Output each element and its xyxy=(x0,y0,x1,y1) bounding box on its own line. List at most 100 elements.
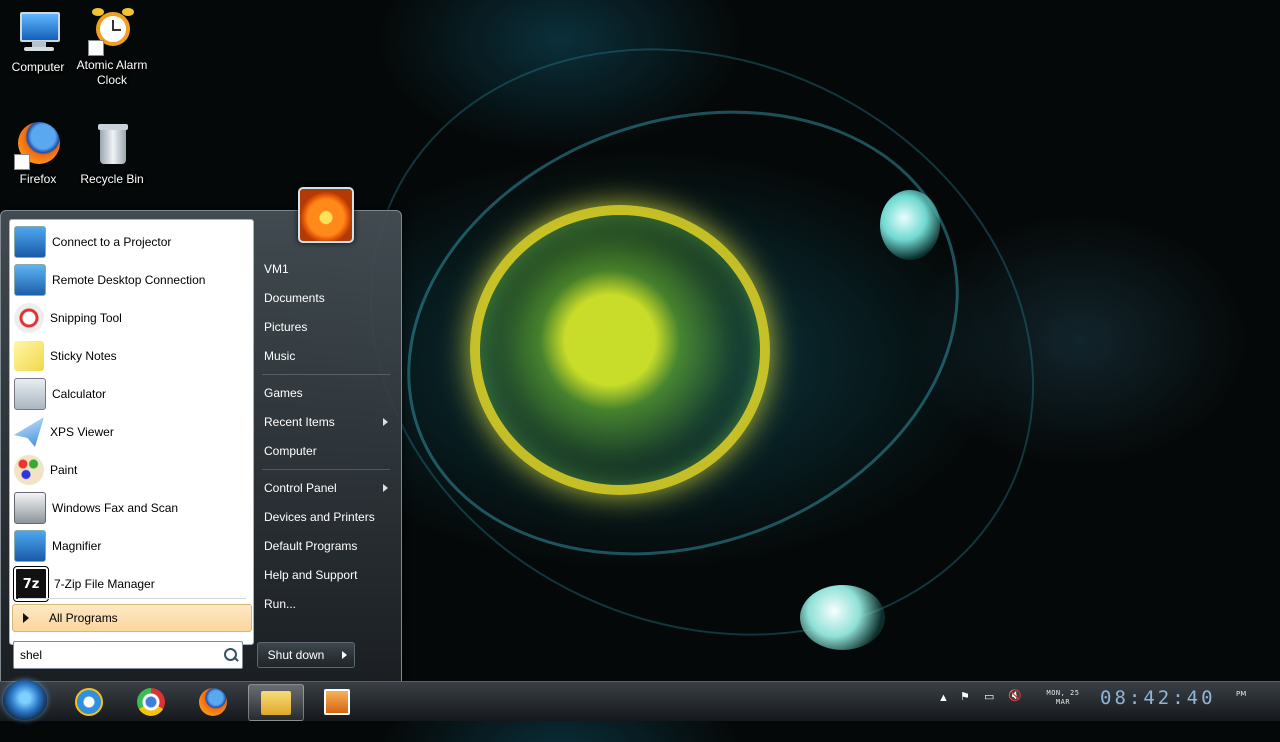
program-7zip-file-manager[interactable]: 7z 7-Zip File Manager xyxy=(13,566,248,602)
taskbar-media-player[interactable] xyxy=(310,684,364,719)
expand-arrow-icon xyxy=(23,613,29,623)
right-item-label: Music xyxy=(264,349,296,363)
desktop-icon-atomic-alarm-clock[interactable]: Atomic Alarm Clock xyxy=(74,6,150,88)
program-label: Calculator xyxy=(52,387,107,401)
clock-ampm: PM xyxy=(1236,690,1247,698)
shutdown-options-button[interactable] xyxy=(334,642,355,668)
7zip-icon: 7z xyxy=(13,566,49,602)
desktop-icon-recycle-bin[interactable]: Recycle Bin xyxy=(74,120,150,187)
right-item-label: Help and Support xyxy=(264,568,358,582)
submenu-arrow-icon xyxy=(383,484,388,492)
clock-month: MAR xyxy=(1055,698,1071,706)
shortcut-arrow-icon xyxy=(88,40,104,56)
action-center-flag-icon[interactable]: ⚑ xyxy=(960,690,970,703)
program-sticky-notes[interactable]: Sticky Notes xyxy=(14,338,248,374)
wallpaper-ring-yellow xyxy=(470,205,770,495)
right-item-label: Control Panel xyxy=(264,481,337,495)
program-windows-fax-and-scan[interactable]: Windows Fax and Scan xyxy=(14,490,248,526)
shutdown-label: Shut down xyxy=(267,648,325,662)
volume-muted-icon[interactable]: 🔇 xyxy=(1008,689,1022,702)
search-input[interactable] xyxy=(14,647,220,663)
submenu-arrow-icon xyxy=(383,418,388,426)
right-item-user[interactable]: VM1 xyxy=(258,256,390,282)
right-item-help-and-support[interactable]: Help and Support xyxy=(258,562,390,588)
program-label: Remote Desktop Connection xyxy=(52,273,206,287)
taskbar-internet-explorer[interactable] xyxy=(62,684,116,719)
scissors-icon xyxy=(14,303,44,333)
alarm-clock-icon xyxy=(88,6,136,56)
program-label: Connect to a Projector xyxy=(52,235,172,249)
program-connect-to-projector[interactable]: Connect to a Projector xyxy=(14,224,248,260)
right-item-label: Default Programs xyxy=(264,539,358,553)
chrome-icon xyxy=(137,687,165,716)
programs-divider xyxy=(18,598,246,599)
remote-desktop-icon xyxy=(14,264,46,296)
internet-explorer-icon xyxy=(75,687,103,716)
program-magnifier[interactable]: Magnifier xyxy=(14,528,248,564)
paper-plane-icon xyxy=(14,417,44,447)
program-label: Sticky Notes xyxy=(50,349,117,363)
taskbar-firefox[interactable] xyxy=(186,684,240,719)
clock-time[interactable]: 08:42:40 xyxy=(1100,687,1216,709)
clock-day: MON, 25 xyxy=(1046,689,1080,697)
calculator-icon xyxy=(14,378,46,410)
start-menu-programs-pane: Connect to a Projector Remote Desktop Co… xyxy=(9,219,254,645)
taskbar: ▲ ⚑ ▭ 🔇 xyxy=(0,680,1280,721)
all-programs-button[interactable]: All Programs xyxy=(12,604,252,632)
program-paint[interactable]: Paint xyxy=(14,452,248,488)
right-item-documents[interactable]: Documents xyxy=(258,285,390,311)
right-item-label: VM1 xyxy=(264,262,289,276)
firefox-icon xyxy=(14,120,62,170)
right-item-label: Run... xyxy=(264,597,297,611)
user-picture[interactable] xyxy=(298,187,354,243)
right-item-label: Pictures xyxy=(264,320,308,334)
taskbar-chrome[interactable] xyxy=(124,684,178,719)
windows-explorer-icon xyxy=(261,690,291,715)
right-divider xyxy=(262,374,390,375)
start-orb[interactable] xyxy=(3,680,47,720)
program-label: XPS Viewer xyxy=(50,425,114,439)
shutdown-button[interactable]: Shut down xyxy=(257,642,335,668)
program-calculator[interactable]: Calculator xyxy=(14,376,248,412)
desktop-icon-label: Atomic Alarm Clock xyxy=(76,58,148,87)
desktop-icon-label: Firefox xyxy=(19,172,57,186)
program-remote-desktop-connection[interactable]: Remote Desktop Connection xyxy=(14,262,248,298)
all-programs-label: All Programs xyxy=(49,611,118,625)
desktop-icon-label: Recycle Bin xyxy=(80,172,144,186)
sticky-note-icon xyxy=(14,341,44,371)
program-snipping-tool[interactable]: Snipping Tool xyxy=(14,300,248,336)
magnifier-icon xyxy=(14,530,46,562)
media-player-icon xyxy=(324,688,350,715)
right-item-control-panel[interactable]: Control Panel xyxy=(258,475,390,501)
show-hidden-icons-icon[interactable]: ▲ xyxy=(938,692,949,704)
palette-icon xyxy=(14,455,44,485)
right-item-label: Games xyxy=(264,386,303,400)
right-item-music[interactable]: Music xyxy=(258,343,390,369)
right-item-recent-items[interactable]: Recent Items xyxy=(258,409,390,435)
shortcut-arrow-icon xyxy=(14,154,30,170)
right-divider xyxy=(262,469,390,470)
network-icon[interactable]: ▭ xyxy=(984,690,994,703)
search-icon[interactable] xyxy=(220,644,242,666)
right-item-label: Documents xyxy=(264,291,325,305)
right-item-run[interactable]: Run... xyxy=(258,591,390,617)
right-item-label: Computer xyxy=(264,444,317,458)
start-search-box[interactable] xyxy=(13,641,243,669)
desktop-icon-firefox[interactable]: Firefox xyxy=(0,120,76,187)
right-item-default-programs[interactable]: Default Programs xyxy=(258,533,390,559)
wallpaper-ring-cyan xyxy=(344,36,1022,630)
fax-icon xyxy=(14,492,46,524)
program-xps-viewer[interactable]: XPS Viewer xyxy=(14,414,248,450)
right-item-games[interactable]: Games xyxy=(258,380,390,406)
program-label: Paint xyxy=(50,463,78,477)
right-item-computer[interactable]: Computer xyxy=(258,438,390,464)
program-label: Magnifier xyxy=(52,539,102,553)
desktop-icon-computer[interactable]: Computer xyxy=(0,8,76,75)
clock-date[interactable]: MON, 25 MAR xyxy=(1038,689,1088,707)
taskbar-windows-explorer[interactable] xyxy=(248,684,304,721)
right-item-devices-and-printers[interactable]: Devices and Printers xyxy=(258,504,390,530)
program-label: Windows Fax and Scan xyxy=(52,501,179,515)
right-item-pictures[interactable]: Pictures xyxy=(258,314,390,340)
firefox-icon xyxy=(199,687,227,716)
wallpaper-orb-bottom xyxy=(800,585,885,650)
